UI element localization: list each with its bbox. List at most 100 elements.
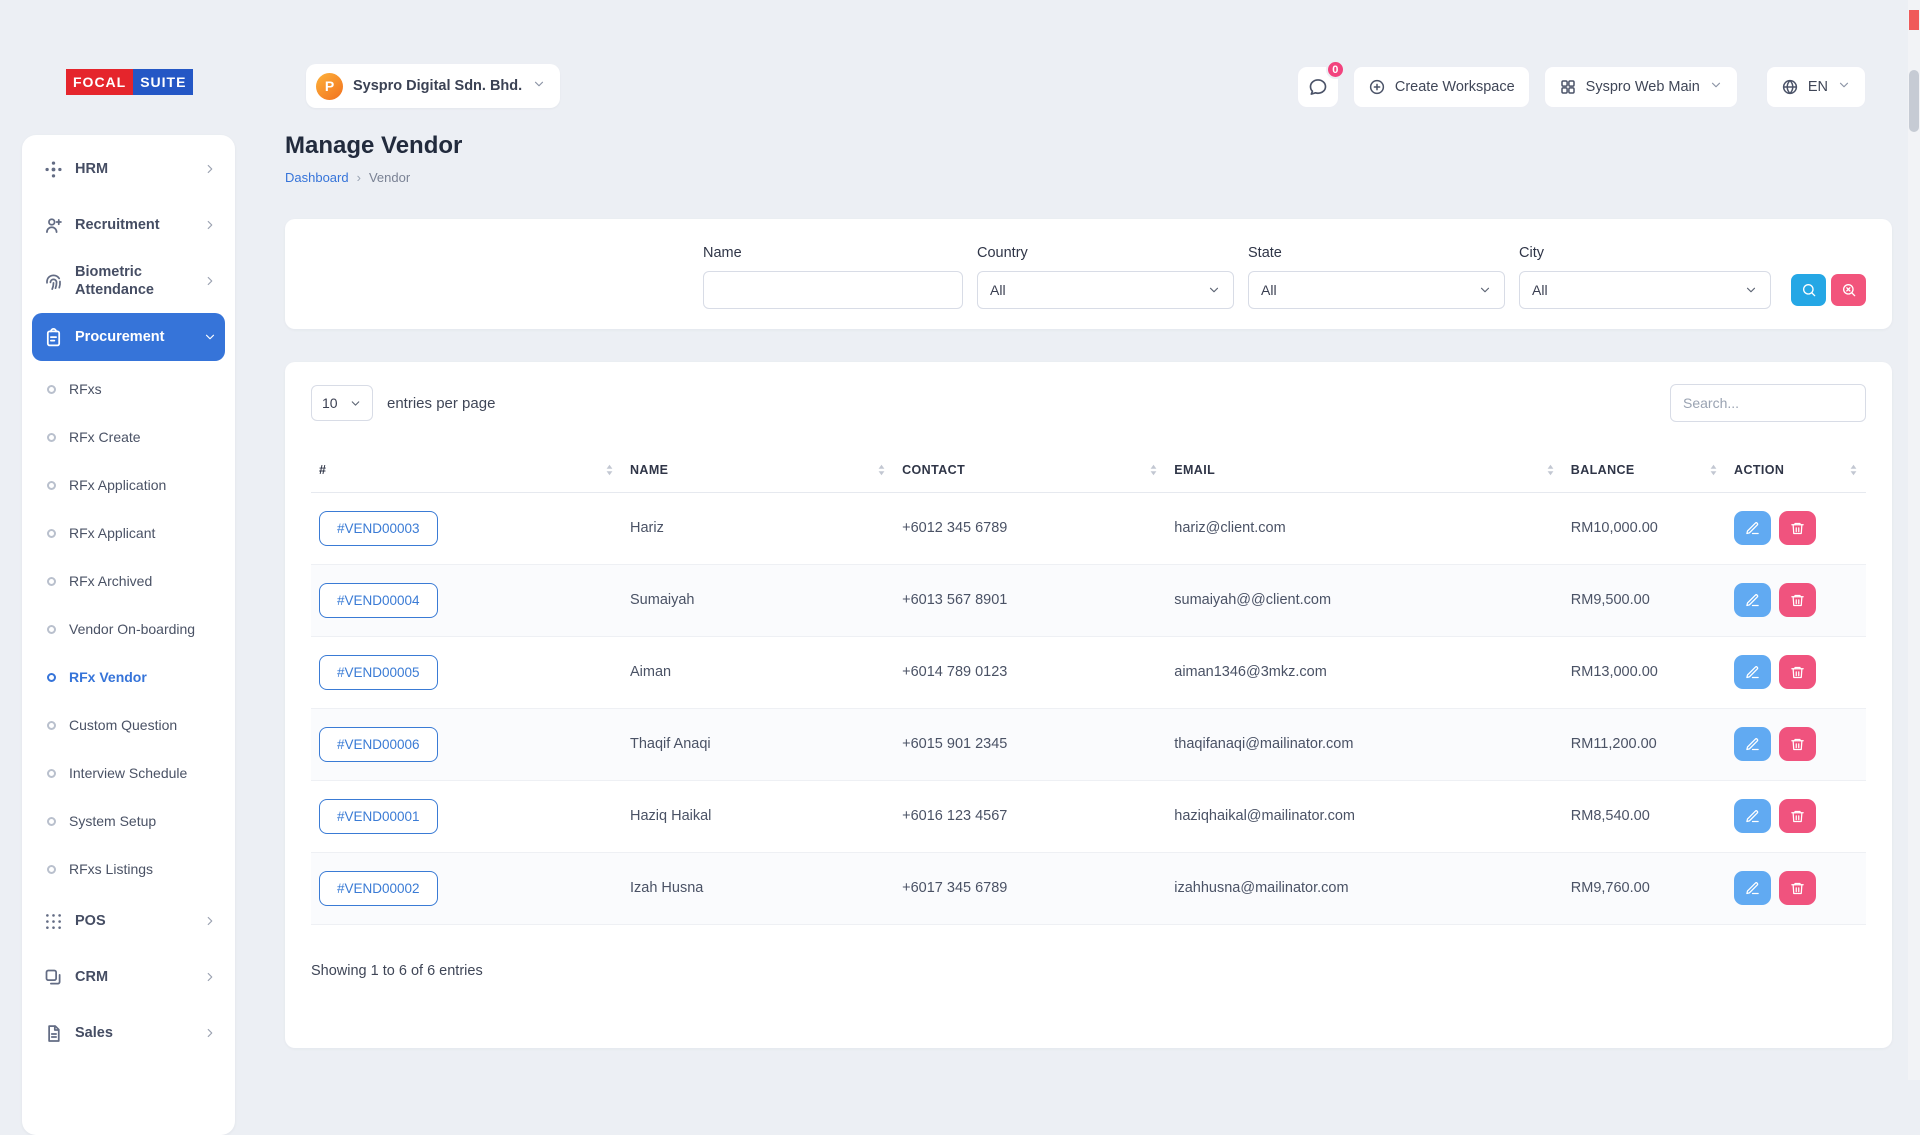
sidebar-subitem-rfx-applicant[interactable]: RFx Applicant: [32, 509, 225, 557]
breadcrumb-dashboard-link[interactable]: Dashboard: [285, 170, 349, 185]
filter-field-state: StateAll: [1248, 245, 1505, 309]
sidebar-subitem-system-setup[interactable]: System Setup: [32, 797, 225, 845]
delete-button[interactable]: [1779, 727, 1816, 761]
language-selector[interactable]: EN: [1766, 66, 1866, 108]
trash-icon: [1790, 737, 1805, 752]
vendor-contact: +6017 345 6789: [894, 852, 1166, 924]
trash-icon: [1790, 593, 1805, 608]
city-select[interactable]: All: [1519, 271, 1771, 309]
company-selector[interactable]: P Syspro Digital Sdn. Bhd.: [306, 64, 560, 108]
sidebar-item-procurement[interactable]: Procurement: [32, 313, 225, 361]
chevron-down-icon: [1744, 283, 1758, 297]
bullet-icon: [47, 721, 56, 730]
page-size-select[interactable]: 10: [311, 385, 373, 421]
breadcrumb-current: Vendor: [369, 170, 410, 185]
sidebar-subitem-rfx-create[interactable]: RFx Create: [32, 413, 225, 461]
sidebar-subitem-label: RFx Create: [69, 429, 141, 445]
filter-label: City: [1519, 245, 1771, 261]
company-name: Syspro Digital Sdn. Bhd.: [353, 78, 522, 94]
workspace-selector[interactable]: Syspro Web Main: [1544, 66, 1738, 108]
search-icon: [1801, 282, 1817, 298]
edit-button[interactable]: [1734, 655, 1771, 689]
country-select[interactable]: All: [977, 271, 1234, 309]
bullet-icon: [47, 673, 56, 682]
select-value: All: [1532, 282, 1548, 298]
column-header-balance[interactable]: BALANCE: [1563, 448, 1726, 492]
language-label: EN: [1808, 79, 1828, 95]
vendor-id-badge[interactable]: #VEND00003: [319, 511, 438, 546]
filter-fields: NameCountryAllStateAllCityAll: [703, 245, 1771, 309]
edit-button[interactable]: [1734, 727, 1771, 761]
plus-circle-icon: [1368, 78, 1386, 96]
vendor-email: aiman1346@3mkz.com: [1166, 636, 1563, 708]
sidebar-subitem-rfxs-listings[interactable]: RFxs Listings: [32, 845, 225, 893]
column-header-label: BALANCE: [1571, 463, 1635, 477]
filter-reset-button[interactable]: [1831, 274, 1866, 306]
sidebar-item-label: Biometric Attendance: [75, 263, 192, 299]
sidebar-item-recruitment[interactable]: Recruitment: [32, 201, 225, 249]
sidebar-subitem-rfx-application[interactable]: RFx Application: [32, 461, 225, 509]
filter-search-button[interactable]: [1791, 274, 1826, 306]
sidebar-item-label: Sales: [75, 1024, 192, 1042]
page-size-value: 10: [322, 395, 338, 411]
chevron-down-icon: [1709, 78, 1723, 96]
scrollbar-thumb[interactable]: [1909, 70, 1919, 132]
sidebar-subitem-rfx-archived[interactable]: RFx Archived: [32, 557, 225, 605]
sidebar-subitem-vendor-on-boarding[interactable]: Vendor On-boarding: [32, 605, 225, 653]
sidebar-item-label: CRM: [75, 968, 192, 986]
column-header-contact[interactable]: CONTACT: [894, 448, 1166, 492]
sidebar-subitem-rfx-vendor[interactable]: RFx Vendor: [32, 653, 225, 701]
table-search-input[interactable]: [1670, 384, 1866, 422]
edit-button[interactable]: [1734, 871, 1771, 905]
breadcrumb-separator: ›: [357, 170, 361, 185]
sidebar-item-crm[interactable]: CRM: [32, 953, 225, 1001]
vendor-id-badge[interactable]: #VEND00005: [319, 655, 438, 690]
sidebar-subitem-label: Custom Question: [69, 717, 177, 733]
delete-button[interactable]: [1779, 799, 1816, 833]
sidebar-item-hrm[interactable]: HRM: [32, 145, 225, 193]
table-row: #VEND00001Haziq Haikal+6016 123 4567hazi…: [311, 780, 1866, 852]
create-workspace-button[interactable]: Create Workspace: [1353, 66, 1530, 108]
workspace-name: Syspro Web Main: [1586, 79, 1700, 95]
vendor-table-card: 10 entries per page #NAMECONTACTEMAILBAL…: [285, 362, 1892, 1048]
topbar: P Syspro Digital Sdn. Bhd. 0 Create Work…: [285, 0, 1892, 108]
chevron-down-icon: [532, 77, 546, 96]
vendor-id-badge[interactable]: #VEND00006: [319, 727, 438, 762]
edit-button[interactable]: [1734, 799, 1771, 833]
brand-logo-suite: SUITE: [133, 69, 193, 95]
row-actions: [1734, 655, 1858, 689]
delete-button[interactable]: [1779, 871, 1816, 905]
delete-button[interactable]: [1779, 655, 1816, 689]
sidebar-item-label: POS: [75, 912, 192, 930]
sort-icon: [1149, 463, 1158, 477]
state-select[interactable]: All: [1248, 271, 1505, 309]
sidebar-item-sales[interactable]: Sales: [32, 1009, 225, 1057]
column-header-name[interactable]: NAME: [622, 448, 894, 492]
sidebar-subitem-rfxs[interactable]: RFxs: [32, 365, 225, 413]
sidebar-subitem-custom-question[interactable]: Custom Question: [32, 701, 225, 749]
column-header-action[interactable]: ACTION: [1726, 448, 1866, 492]
chat-button[interactable]: 0: [1297, 66, 1339, 108]
delete-button[interactable]: [1779, 511, 1816, 545]
name-input[interactable]: [703, 271, 963, 309]
bullet-icon: [47, 769, 56, 778]
vendor-id-badge[interactable]: #VEND00001: [319, 799, 438, 834]
edit-button[interactable]: [1734, 583, 1771, 617]
sidebar-subitem-interview-schedule[interactable]: Interview Schedule: [32, 749, 225, 797]
delete-button[interactable]: [1779, 583, 1816, 617]
column-header-email[interactable]: EMAIL: [1166, 448, 1563, 492]
trash-icon: [1790, 809, 1805, 824]
edit-button[interactable]: [1734, 511, 1771, 545]
vendor-id-badge[interactable]: #VEND00002: [319, 871, 438, 906]
vendor-balance: RM9,760.00: [1563, 852, 1726, 924]
vendor-balance: RM8,540.00: [1563, 780, 1726, 852]
sidebar-item-biometric-attendance[interactable]: Biometric Attendance: [32, 257, 225, 305]
sidebar-item-pos[interactable]: POS: [32, 897, 225, 945]
vendor-id-badge[interactable]: #VEND00004: [319, 583, 438, 618]
chevron-right-icon: [203, 218, 217, 232]
table-summary: Showing 1 to 6 of 6 entries: [311, 963, 1866, 979]
brand-logo[interactable]: FOCALSUITE: [22, 0, 235, 128]
page-scrollbar[interactable]: [1908, 0, 1920, 1080]
pencil-icon: [1745, 737, 1760, 752]
column-header-id[interactable]: #: [311, 448, 622, 492]
